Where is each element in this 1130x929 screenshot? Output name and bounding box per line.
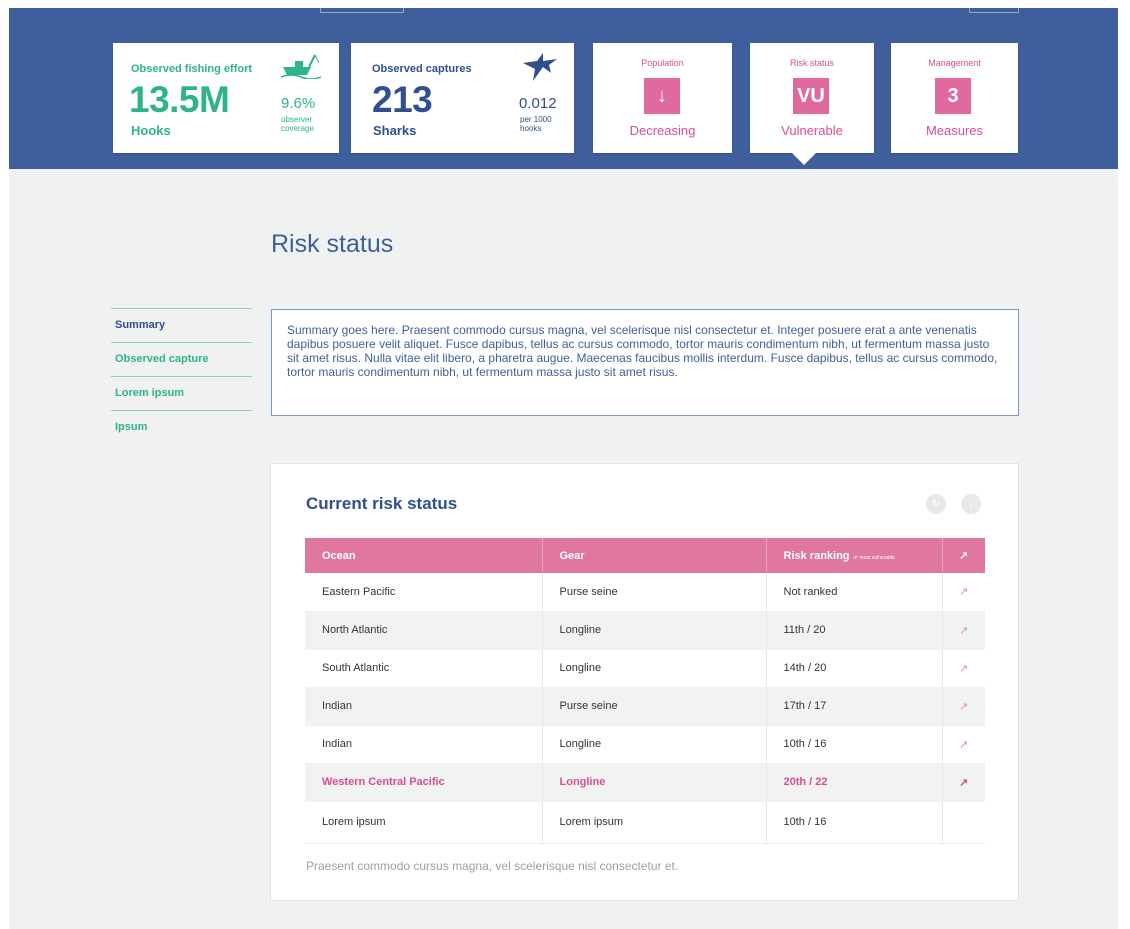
risk-status-card[interactable]: Risk status VU Vulnerable bbox=[750, 43, 874, 153]
fishing-effort-value: 13.5M bbox=[129, 79, 230, 120]
observer-coverage-value: 9.6% bbox=[281, 95, 316, 112]
cell-ranking: 17th / 17 bbox=[766, 687, 943, 726]
row-link-icon[interactable]: ↗ bbox=[942, 573, 985, 612]
banner-tab-right bbox=[969, 8, 1019, 13]
current-risk-panel: Current risk status ↻ ↓ Ocean Gear Risk … bbox=[270, 463, 1019, 901]
observed-captures-card[interactable]: Observed captures 213 Sharks 0.012 per 1… bbox=[351, 43, 574, 153]
cell-ranking: 10th / 16 bbox=[766, 725, 943, 764]
risk-category-badge: VU bbox=[793, 78, 829, 114]
panel-title: Current risk status bbox=[306, 494, 458, 513]
card-title: Observed fishing effort bbox=[131, 63, 253, 75]
management-card[interactable]: Management 3 Measures bbox=[891, 43, 1018, 153]
cell-ranking: 14th / 20 bbox=[766, 649, 943, 688]
table-row[interactable]: Indian Longline 10th / 16 ↗ bbox=[305, 725, 985, 764]
table-header-row: Ocean Gear Risk ranking nº most vulnerabl… bbox=[305, 538, 985, 573]
summary-box: Summary goes here. Praesent commodo curs… bbox=[271, 309, 1019, 416]
cell-ocean: Western Central Pacific bbox=[305, 763, 543, 802]
table-row[interactable]: Indian Purse seine 17th / 17 ↗ bbox=[305, 687, 985, 726]
capture-rate-value: 0.012 bbox=[519, 95, 557, 112]
table-row[interactable]: Lorem ipsum Lorem ipsum 10th / 16 bbox=[305, 801, 985, 844]
cell-gear: Purse seine bbox=[542, 573, 767, 612]
stats-banner: Observed fishing effort 13.5M Hooks 9.6%… bbox=[9, 8, 1118, 169]
nav-item-ipsum[interactable]: Ipsum bbox=[111, 410, 252, 444]
cell-ocean: South Atlantic bbox=[305, 649, 543, 688]
nav-item-summary[interactable]: Summary bbox=[111, 308, 252, 342]
row-link-icon[interactable]: ↗ bbox=[942, 687, 985, 726]
expand-icon[interactable]: ↗ bbox=[942, 538, 985, 573]
capture-rate-label: per 1000 hooks bbox=[520, 115, 552, 133]
share-icon[interactable]: ↻ bbox=[926, 494, 946, 514]
card-title: Management bbox=[928, 58, 981, 68]
cell-gear: Longline bbox=[542, 611, 767, 650]
fishing-effort-card[interactable]: Observed fishing effort 13.5M Hooks 9.6%… bbox=[113, 43, 339, 153]
cell-ocean: Lorem ipsum bbox=[305, 801, 543, 844]
table-row[interactable]: North Atlantic Longline 11th / 20 ↗ bbox=[305, 611, 985, 650]
page-title: Risk status bbox=[271, 230, 394, 258]
cell-ranking: 10th / 16 bbox=[766, 801, 943, 844]
observer-coverage-label: observer coverage bbox=[281, 115, 314, 133]
table-row[interactable]: South Atlantic Longline 14th / 20 ↗ bbox=[305, 649, 985, 688]
nav-item-lorem-ipsum[interactable]: Lorem ipsum bbox=[111, 376, 252, 410]
cell-gear: Longline bbox=[542, 725, 767, 764]
panel-footnote: Praesent commodo cursus magna, vel scele… bbox=[306, 859, 679, 873]
cell-ranking: 11th / 20 bbox=[766, 611, 943, 650]
cell-ocean: North Atlantic bbox=[305, 611, 543, 650]
fishing-boat-icon bbox=[280, 53, 322, 84]
cell-gear: Longline bbox=[542, 763, 767, 802]
measures-count-badge: 3 bbox=[935, 78, 971, 114]
column-header-gear[interactable]: Gear bbox=[542, 538, 767, 573]
risk-category-label: Vulnerable bbox=[781, 123, 843, 138]
fishing-effort-unit: Hooks bbox=[131, 123, 171, 138]
risk-table: Ocean Gear Risk ranking nº most vulnerabl… bbox=[305, 538, 985, 844]
cell-ocean: Eastern Pacific bbox=[305, 573, 543, 612]
cell-gear: Longline bbox=[542, 649, 767, 688]
shark-icon bbox=[521, 51, 559, 90]
card-title: Population bbox=[641, 58, 684, 68]
population-trend-label: Decreasing bbox=[629, 123, 696, 138]
cell-ocean: Indian bbox=[305, 687, 543, 726]
row-link-empty bbox=[942, 801, 985, 844]
cell-gear: Purse seine bbox=[542, 687, 767, 726]
measures-label: Measures bbox=[925, 123, 984, 138]
row-link-icon[interactable]: ↗ bbox=[942, 763, 985, 802]
cell-ranking: 20th / 22 bbox=[766, 763, 943, 802]
arrow-down-icon: ↓ bbox=[644, 78, 680, 114]
download-icon[interactable]: ↓ bbox=[961, 494, 981, 514]
observed-captures-value: 213 bbox=[372, 79, 433, 120]
population-card[interactable]: Population ↓ Decreasing bbox=[593, 43, 732, 153]
observed-captures-unit: Sharks bbox=[373, 123, 417, 138]
section-nav: Summary Observed capture Lorem ipsum Ips… bbox=[111, 308, 252, 444]
banner-tab-left bbox=[320, 8, 404, 13]
row-link-icon[interactable]: ↗ bbox=[942, 611, 985, 650]
cell-gear: Lorem ipsum bbox=[542, 801, 767, 844]
cell-ocean: Indian bbox=[305, 725, 543, 764]
cell-ranking: Not ranked bbox=[766, 573, 943, 612]
row-link-icon[interactable]: ↗ bbox=[942, 725, 985, 764]
active-card-pointer bbox=[792, 153, 816, 165]
card-title: Observed captures bbox=[372, 63, 472, 75]
row-link-icon[interactable]: ↗ bbox=[942, 649, 985, 688]
table-row[interactable]: Eastern Pacific Purse seine Not ranked ↗ bbox=[305, 573, 985, 612]
card-title: Risk status bbox=[789, 58, 834, 68]
column-header-risk-ranking[interactable]: Risk ranking nº most vulnerable bbox=[766, 538, 943, 573]
nav-item-observed-capture[interactable]: Observed capture bbox=[111, 342, 252, 376]
page-frame: Observed fishing effort 13.5M Hooks 9.6%… bbox=[9, 8, 1118, 929]
table-row-highlighted[interactable]: Western Central Pacific Longline 20th / … bbox=[305, 763, 985, 802]
column-header-ocean[interactable]: Ocean bbox=[305, 538, 543, 573]
